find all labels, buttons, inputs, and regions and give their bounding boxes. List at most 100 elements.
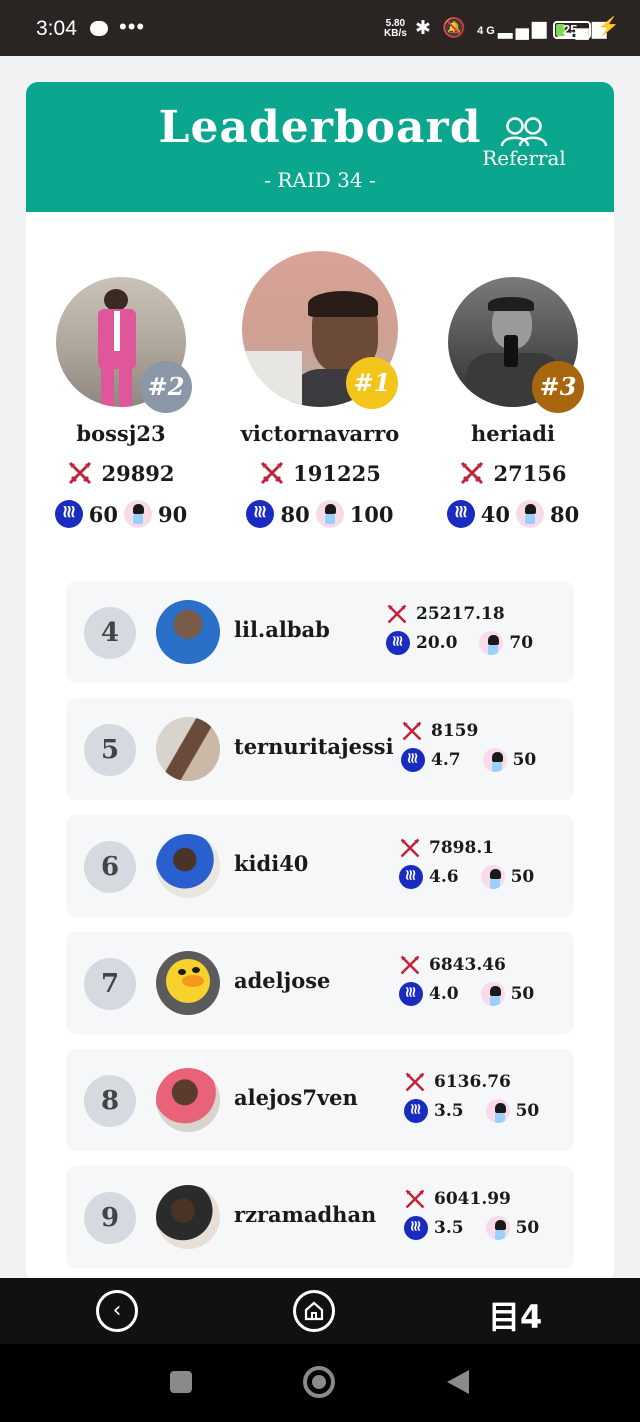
steem-icon [54,500,83,528]
leaderboard-row[interactable]: 7 adeljose 6843.46 4.050 [66,932,574,1034]
steem-icon [446,500,475,528]
users-icon [500,117,548,147]
podium-name: bossj23 [76,421,166,446]
avatar [156,717,220,781]
row-username: alejos7ven [234,1085,358,1110]
podium-first[interactable]: #1 victornavarro 191225 80 100 [225,251,415,528]
rank-number: 8 [84,1075,136,1127]
chibi-token-icon [480,865,505,889]
steem-icon [386,631,410,655]
rank-number: 7 [84,958,136,1010]
row-username: adeljose [234,968,331,993]
crossed-swords-icon [400,838,420,858]
podium-name: victornavarro [240,421,400,446]
referral-label: Referral [482,146,566,170]
rank-number: 4 [84,607,136,659]
avatar [156,951,220,1015]
chibi-token-icon [479,631,504,655]
more-notifications-icon: ••• [119,14,146,39]
referral-button[interactable]: Referral [478,116,570,170]
crossed-swords-icon [402,721,422,741]
chat-notification-icon [90,21,108,36]
battery-icon: 25 [553,21,591,39]
crossed-swords-icon [261,461,284,485]
podium-name: heriadi [471,421,555,446]
podium-score: 27156 [418,460,608,486]
avatar[interactable]: #2 [56,277,192,413]
home-button[interactable] [293,1290,335,1332]
row-username: kidi40 [234,851,309,876]
chevron-left-icon: ‹ [112,1298,122,1323]
crossed-swords-icon [387,604,407,624]
leaderboard-row[interactable]: 9 rzramadhan 6041.99 3.550 [66,1166,574,1268]
row-stats: 7898.1 4.650 [399,835,534,891]
crossed-swords-icon [405,1189,425,1209]
chibi-token-icon [124,500,152,528]
chibi-token-icon [485,1099,510,1123]
app-bottom-nav: ‹ 目4 [0,1278,640,1344]
raid-subtitle: - RAID 34 - [264,168,376,192]
avatar [156,1068,220,1132]
chibi-token-icon [482,748,507,772]
row-username: rzramadhan [234,1202,377,1227]
status-time: 3:04 [36,17,77,40]
crossed-swords-icon [69,461,92,485]
leaderboard-row[interactable]: 4 lil.albab 25217.18 20.070 [66,581,574,683]
podium-rewards: 80 100 [225,500,415,528]
chibi-token-icon [485,1216,510,1240]
network-speed: 5.80 KB/s [384,18,407,39]
rank-number: 6 [84,841,136,893]
podium-third[interactable]: #3 heriadi 27156 40 80 [418,277,608,528]
chibi-token-icon [315,500,344,528]
steem-icon [399,865,423,889]
leaderboard-header: Leaderboard - RAID 34 - Referral [26,82,614,212]
steem-icon [404,1216,428,1240]
leaderboard-row[interactable]: 5 ternuritajessi 8159 4.750 [66,698,574,800]
steem-icon [246,500,275,528]
rank-number: 5 [84,724,136,776]
crossed-swords-icon [405,1072,425,1092]
network-type: 4G [477,25,498,37]
system-back-button[interactable] [447,1370,469,1394]
rank-badge: #3 [532,361,584,413]
row-username: ternuritajessi [234,734,394,759]
system-nav-bar [0,1344,640,1422]
row-stats: 6843.46 4.050 [399,952,534,1008]
avatar[interactable]: #1 [242,251,398,409]
charging-icon: ⚡ [597,16,620,36]
podium-score: 191225 [225,460,415,486]
recents-button[interactable] [170,1371,192,1393]
back-button[interactable]: ‹ [96,1290,138,1332]
rank-badge: #1 [346,357,398,409]
crossed-swords-icon [461,461,484,485]
steem-icon [404,1099,428,1123]
row-stats: 6041.99 3.550 [404,1186,539,1242]
tab-count-button[interactable]: 目4 [488,1292,542,1338]
steem-icon [401,748,425,772]
podium-rewards: 40 80 [418,500,608,528]
row-username: lil.albab [234,617,330,642]
podium-rewards: 60 90 [26,500,216,528]
avatar [156,600,220,664]
leaderboard-row[interactable]: 8 alejos7ven 6136.76 3.550 [66,1049,574,1151]
rank-number: 9 [84,1192,136,1244]
avatar [156,834,220,898]
avatar [156,1185,220,1249]
home-icon [304,1301,324,1321]
status-bar: 3:04 ••• 5.80 KB/s ✱ 🔕 4G▂▄▆ ▂▄▆ 25 ⚡ [0,0,640,56]
leaderboard-row[interactable]: 6 kidi40 7898.1 4.650 [66,815,574,917]
avatar[interactable]: #3 [448,277,584,413]
steem-icon [399,982,423,1006]
crossed-swords-icon [400,955,420,975]
rank-badge: #2 [140,361,192,413]
leaderboard-card: Leaderboard - RAID 34 - Referral #2 boss… [26,82,614,1282]
row-stats: 8159 4.750 [401,718,536,774]
chibi-token-icon [516,500,544,528]
battery-level: 25 [563,22,578,37]
row-stats: 6136.76 3.550 [404,1069,539,1125]
row-stats: 25217.18 20.070 [386,601,533,657]
podium-second[interactable]: #2 bossj23 29892 60 90 [26,277,216,528]
podium-score: 29892 [26,460,216,486]
system-home-button[interactable] [303,1366,335,1398]
chibi-token-icon [480,982,505,1006]
